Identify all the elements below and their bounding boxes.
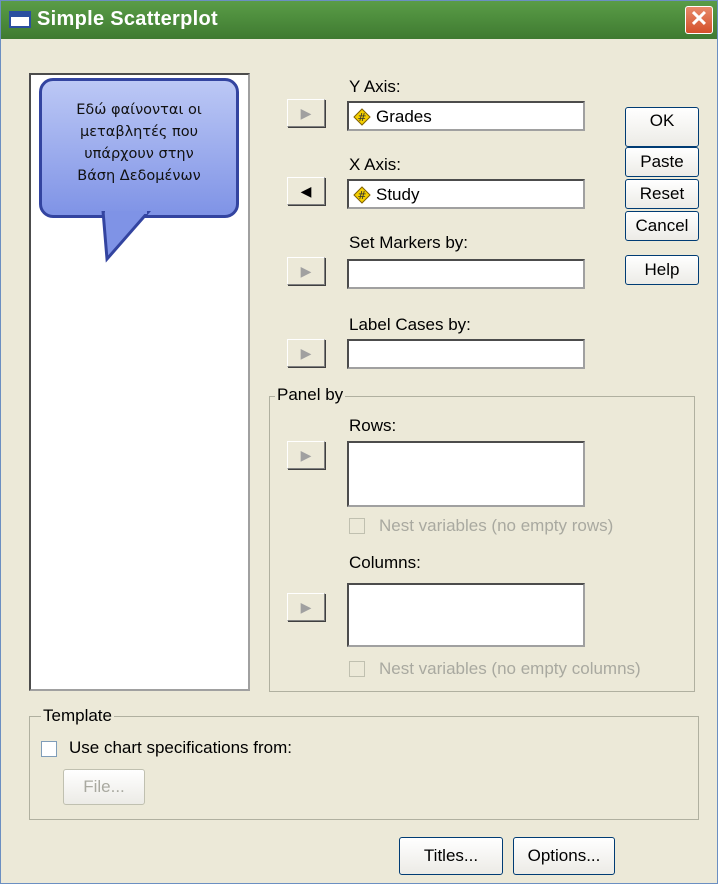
nest-rows-checkbox[interactable]	[349, 518, 365, 534]
file-button-label: File...	[83, 777, 125, 796]
paste-button[interactable]: Paste	[625, 147, 699, 177]
y-axis-value: Grades	[376, 107, 432, 126]
ok-button-label: OK	[649, 111, 675, 130]
titles-button[interactable]: Titles...	[399, 837, 503, 875]
use-chart-spec-label: Use chart specifications from:	[69, 738, 292, 757]
options-button[interactable]: Options...	[513, 837, 615, 875]
close-icon: ✕	[689, 6, 709, 31]
callout-annotation: Εδώ φαίνονται οι μεταβλητές που υπάρχουν…	[39, 78, 239, 218]
nest-columns-label: Nest variables (no empty columns)	[379, 659, 641, 678]
set-markers-field[interactable]	[347, 259, 585, 289]
arrow-right-icon: ▶	[300, 599, 312, 615]
options-button-label: Options...	[527, 846, 601, 865]
set-markers-label: Set Markers by:	[349, 233, 469, 252]
ok-button[interactable]: OK	[625, 107, 699, 147]
help-button-label: Help	[644, 260, 680, 279]
label-cases-label: Label Cases by:	[349, 315, 471, 334]
move-to-x-axis-button[interactable]: ◀	[287, 177, 325, 205]
move-to-columns-button[interactable]: ▶	[287, 593, 325, 621]
columns-label: Columns:	[349, 553, 421, 572]
help-button[interactable]: Help	[625, 255, 699, 285]
callout-line-2: μεταβλητές που	[79, 124, 199, 140]
arrow-right-icon: ▶	[300, 345, 312, 361]
x-axis-label: X Axis:	[349, 155, 401, 174]
use-chart-spec-checkbox[interactable]	[41, 741, 57, 757]
move-to-y-axis-button[interactable]: ▶	[287, 99, 325, 127]
dialog-window: Simple Scatterplot ✕ Εδώ φαίνονται οι με…	[0, 0, 718, 884]
reset-button[interactable]: Reset	[625, 179, 699, 209]
window-icon	[9, 11, 31, 28]
cancel-button[interactable]: Cancel	[625, 211, 699, 241]
scale-variable-icon: #	[353, 108, 371, 126]
nest-rows-label: Nest variables (no empty rows)	[379, 516, 614, 535]
move-to-set-markers-button[interactable]: ▶	[287, 257, 325, 285]
nest-columns-checkbox[interactable]	[349, 661, 365, 677]
arrow-right-icon: ▶	[300, 447, 312, 463]
y-axis-field[interactable]: # Grades	[347, 101, 585, 131]
file-button[interactable]: File...	[63, 769, 145, 805]
window-title: Simple Scatterplot	[37, 8, 218, 30]
callout-tail	[101, 211, 151, 263]
template-title: Template	[41, 706, 114, 726]
title-bar[interactable]: Simple Scatterplot ✕	[1, 1, 717, 39]
reset-button-label: Reset	[639, 184, 685, 203]
x-axis-field[interactable]: # Study	[347, 179, 585, 209]
y-axis-label: Y Axis:	[349, 77, 401, 96]
arrow-right-icon: ▶	[300, 105, 312, 121]
cancel-button-label: Cancel	[635, 216, 689, 235]
paste-button-label: Paste	[640, 152, 684, 171]
callout-line-1: Εδώ φαίνονται οι	[76, 102, 202, 118]
rows-field[interactable]	[347, 441, 585, 507]
x-axis-variable[interactable]: # Study	[353, 184, 420, 206]
y-axis-variable[interactable]: # Grades	[353, 106, 432, 128]
svg-text:#: #	[357, 111, 366, 124]
rows-label: Rows:	[349, 416, 397, 435]
svg-text:#: #	[357, 189, 366, 202]
titles-button-label: Titles...	[423, 846, 479, 865]
arrow-left-icon: ◀	[300, 183, 312, 199]
x-axis-value: Study	[376, 185, 420, 204]
panel-by-title: Panel by	[275, 385, 346, 405]
move-to-label-cases-button[interactable]: ▶	[287, 339, 325, 367]
columns-field[interactable]	[347, 583, 585, 647]
scale-variable-icon: #	[353, 186, 371, 204]
close-button[interactable]: ✕	[685, 6, 713, 34]
label-cases-field[interactable]	[347, 339, 585, 369]
callout-line-4: Βάση Δεδομένων	[77, 168, 201, 184]
move-to-rows-button[interactable]: ▶	[287, 441, 325, 469]
callout-line-3: υπάρχουν στην	[84, 146, 194, 162]
arrow-right-icon: ▶	[300, 263, 312, 279]
